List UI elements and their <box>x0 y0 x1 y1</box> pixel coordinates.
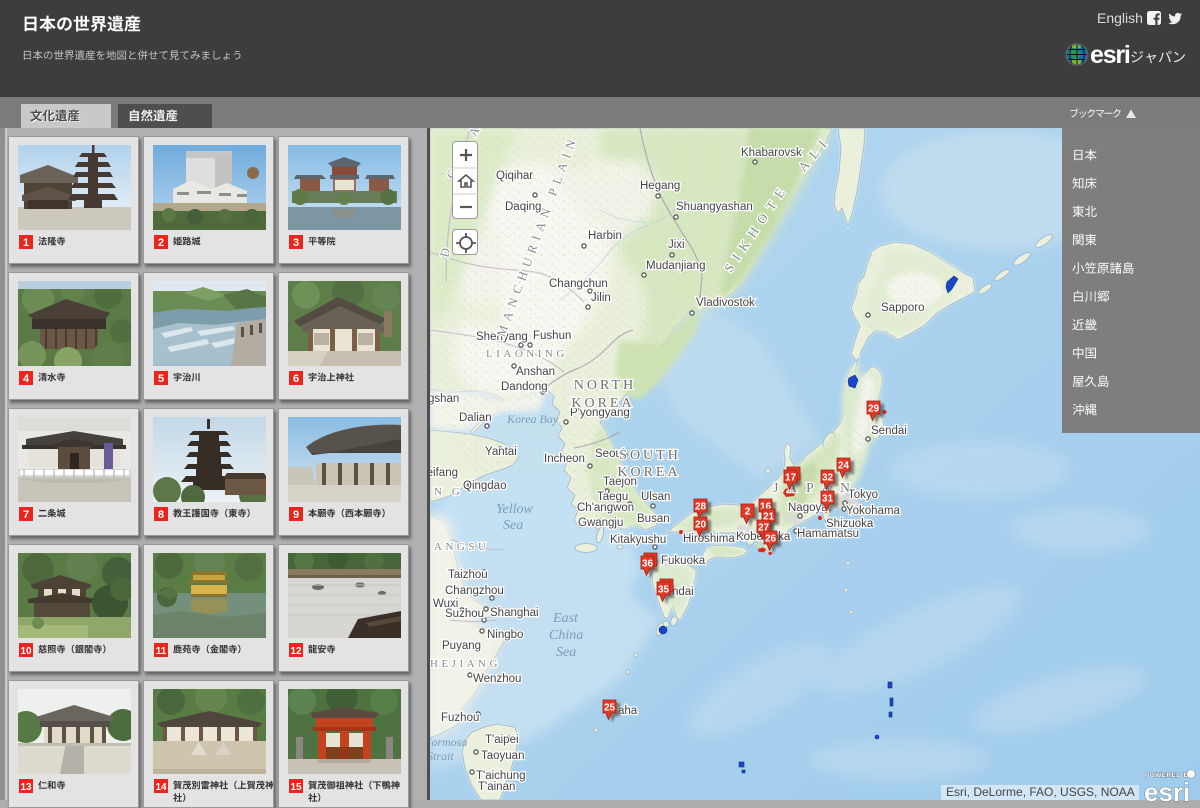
svg-text:4: 4 <box>23 373 30 385</box>
svg-text:Fuzhou: Fuzhou <box>441 712 479 724</box>
svg-text:esri: esri <box>1090 41 1130 69</box>
svg-text:N G: N G <box>434 486 463 498</box>
svg-text:Jixi: Jixi <box>668 239 685 251</box>
svg-text:Sapporo: Sapporo <box>881 302 924 314</box>
svg-text:Korea Bay: Korea Bay <box>506 412 559 426</box>
svg-text:Vladivostok: Vladivostok <box>696 297 755 309</box>
svg-text:10: 10 <box>20 646 32 657</box>
svg-text:Gwangju: Gwangju <box>578 517 623 529</box>
svg-text:32: 32 <box>822 473 834 484</box>
svg-text:Dalian: Dalian <box>459 412 492 424</box>
svg-text:China: China <box>549 628 583 643</box>
svg-text:Sea: Sea <box>503 518 523 533</box>
svg-text:26: 26 <box>765 534 777 545</box>
svg-text:SOUTH: SOUTH <box>619 448 681 463</box>
svg-text:T'ainan: T'ainan <box>478 781 515 793</box>
svg-text:Changzhou: Changzhou <box>445 585 504 597</box>
svg-text:Ulsan: Ulsan <box>641 491 670 503</box>
svg-text:29: 29 <box>868 404 880 415</box>
svg-text:Weifang: Weifang <box>430 467 458 479</box>
svg-text:31: 31 <box>822 494 834 505</box>
svg-text:6: 6 <box>293 373 299 385</box>
svg-text:Suzhou: Suzhou <box>445 608 484 620</box>
svg-text:Incheon: Incheon <box>544 453 585 465</box>
svg-text:Ningbo: Ningbo <box>487 629 523 641</box>
svg-text:Busan: Busan <box>637 513 670 525</box>
svg-text:Hegang: Hegang <box>640 180 680 192</box>
svg-text:Hamamatsu: Hamamatsu <box>797 528 859 540</box>
svg-text:2: 2 <box>158 237 164 249</box>
svg-text:7: 7 <box>23 509 29 521</box>
svg-text:Wenzhou: Wenzhou <box>473 673 521 685</box>
svg-text:Fushun: Fushun <box>533 330 571 342</box>
svg-text:gshan: gshan <box>430 393 459 405</box>
svg-text:5: 5 <box>158 373 164 385</box>
svg-text:2: 2 <box>745 507 751 518</box>
svg-text:9: 9 <box>293 509 299 521</box>
svg-text:Yantai: Yantai <box>485 446 517 458</box>
svg-text:13: 13 <box>20 782 32 793</box>
svg-text:NORTH: NORTH <box>574 378 636 393</box>
svg-text:Dandong: Dandong <box>501 381 548 393</box>
svg-text:Khabarovsk: Khabarovsk <box>741 147 802 159</box>
svg-text:3: 3 <box>293 237 299 249</box>
svg-text:Changchun: Changchun <box>549 278 608 290</box>
svg-text:esri: esri <box>1144 777 1190 806</box>
svg-text:1: 1 <box>23 237 29 249</box>
svg-text:8: 8 <box>158 509 164 521</box>
svg-text:Ch'angwon: Ch'angwon <box>577 502 634 514</box>
svg-text:Daqing: Daqing <box>505 201 541 213</box>
svg-text:ndai: ndai <box>672 586 694 598</box>
svg-text:KOREA: KOREA <box>571 396 634 411</box>
svg-text:Qiqihar: Qiqihar <box>496 170 533 182</box>
svg-text:East: East <box>552 611 579 626</box>
svg-text:17: 17 <box>785 473 797 484</box>
svg-text:Formosa: Formosa <box>430 735 467 749</box>
svg-text:Puyang: Puyang <box>442 640 481 652</box>
svg-text:36: 36 <box>642 559 654 570</box>
svg-text:Fukuoka: Fukuoka <box>661 555 706 567</box>
svg-text:14: 14 <box>155 782 167 793</box>
svg-text:Yokohama: Yokohama <box>846 505 901 517</box>
svg-text:12: 12 <box>290 646 302 657</box>
svg-text:Sea: Sea <box>556 645 576 660</box>
svg-text:Sendai: Sendai <box>871 425 907 437</box>
svg-text:20: 20 <box>695 520 707 531</box>
svg-text:HEJIANG: HEJIANG <box>430 658 501 670</box>
svg-text:Strait: Strait <box>430 749 454 763</box>
svg-text:Shanghai: Shanghai <box>490 607 539 619</box>
svg-text:Taizhou: Taizhou <box>448 569 488 581</box>
svg-text:T'aipei: T'aipei <box>485 734 519 746</box>
svg-text:KOREA: KOREA <box>617 465 680 480</box>
svg-text:English: English <box>1097 10 1143 26</box>
svg-text:35: 35 <box>658 585 670 596</box>
svg-text:ANGSU: ANGSU <box>434 541 489 553</box>
svg-text:Mudanjiang: Mudanjiang <box>646 260 705 272</box>
svg-text:Harbin: Harbin <box>588 230 622 242</box>
svg-text:24: 24 <box>838 461 850 472</box>
svg-text:aha: aha <box>618 705 638 717</box>
svg-text:Qingdao: Qingdao <box>463 480 506 492</box>
svg-text:25: 25 <box>604 703 616 714</box>
svg-text:Taoyuan: Taoyuan <box>481 750 524 762</box>
svg-text:15: 15 <box>290 782 302 793</box>
svg-text:Hiroshima: Hiroshima <box>683 533 735 545</box>
svg-text:Shuangyashan: Shuangyashan <box>676 201 753 213</box>
svg-text:LIAONING: LIAONING <box>486 348 568 360</box>
svg-text:Yellow: Yellow <box>496 502 533 517</box>
svg-text:Jilin: Jilin <box>591 292 611 304</box>
svg-text:11: 11 <box>156 646 167 657</box>
svg-text:Kitakyushu: Kitakyushu <box>610 534 666 546</box>
svg-text:Anshan: Anshan <box>516 366 555 378</box>
svg-text:28: 28 <box>695 502 707 513</box>
